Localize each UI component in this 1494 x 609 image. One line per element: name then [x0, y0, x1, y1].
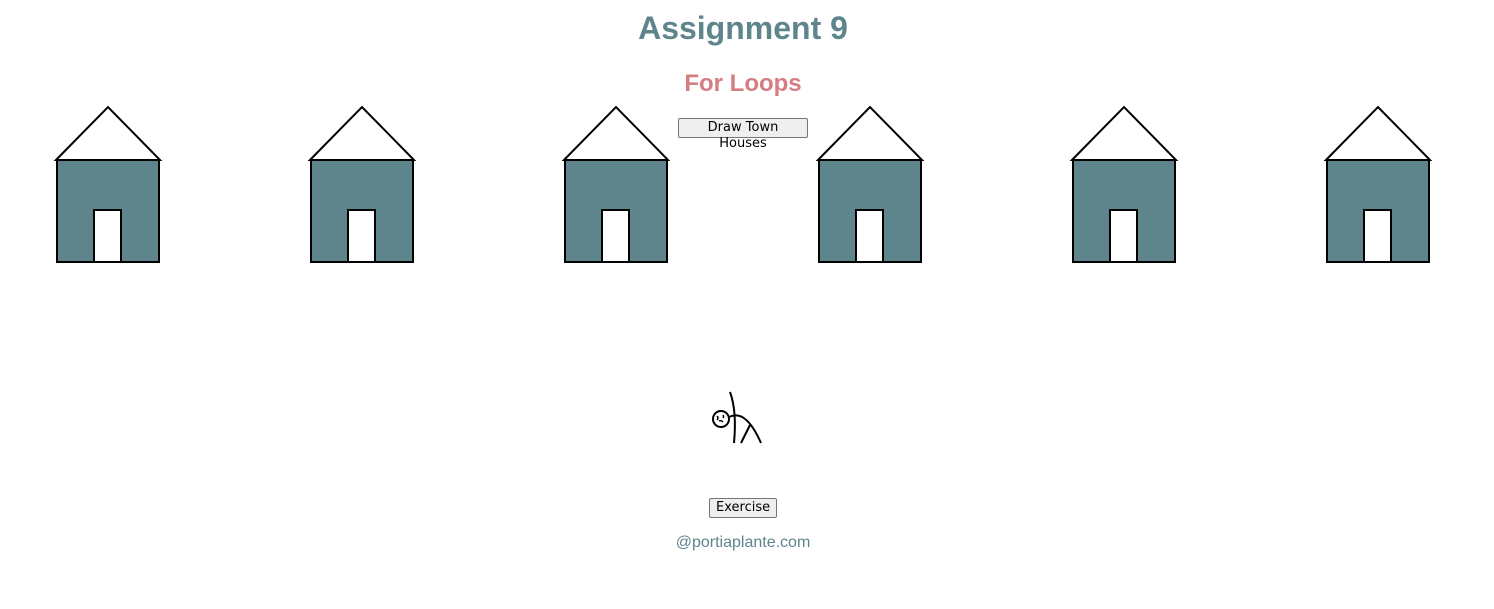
town-house	[1069, 105, 1179, 263]
footer-handle: @portiaplante.com	[675, 534, 811, 551]
page: Assignment 9 For Loops Draw Town Houses …	[0, 0, 1494, 609]
exercise-button[interactable]: Exercise	[709, 498, 777, 518]
house-door	[1109, 209, 1138, 263]
house-roof	[53, 105, 163, 161]
house-door	[347, 209, 376, 263]
house-roof	[307, 105, 417, 161]
town-house	[815, 105, 925, 263]
town-house	[561, 105, 671, 263]
town-house	[1323, 105, 1433, 263]
town-house	[53, 105, 163, 263]
house-door	[93, 209, 122, 263]
house-door	[1363, 209, 1392, 263]
town-house	[307, 105, 417, 263]
house-roof	[815, 105, 925, 161]
house-roof	[1069, 105, 1179, 161]
house-roof	[1323, 105, 1433, 161]
house-door	[601, 209, 630, 263]
draw-town-houses-button[interactable]: Draw Town Houses	[678, 118, 808, 151]
house-door	[855, 209, 884, 263]
house-roof	[561, 105, 671, 161]
stretching-stick-figure-icon	[712, 391, 762, 444]
